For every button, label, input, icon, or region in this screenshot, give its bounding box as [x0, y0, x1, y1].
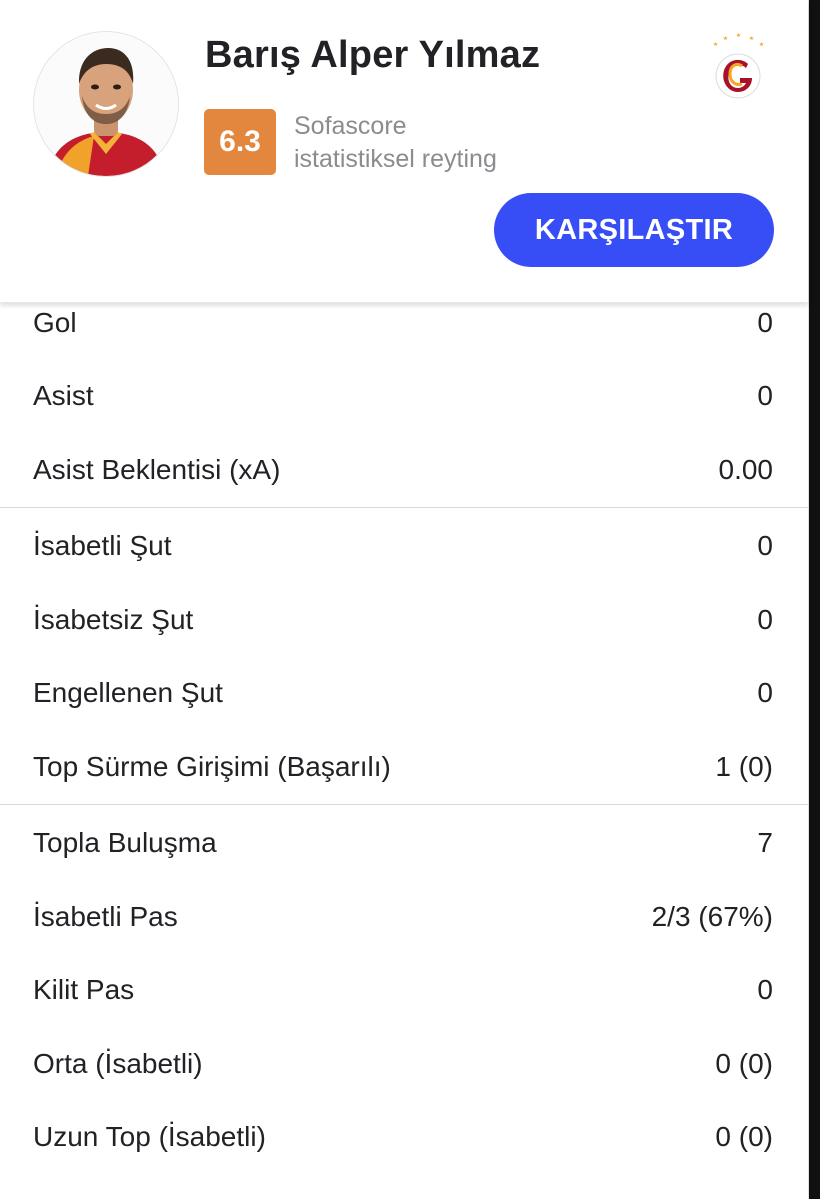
- stat-value: 7: [757, 827, 773, 859]
- stat-value: 0: [757, 603, 773, 635]
- stat-label: İsabetli Pas: [33, 900, 178, 932]
- stat-value: 2/3 (67%): [651, 900, 773, 932]
- stats-group-shots: İsabetli Şut 0 İsabetsiz Şut 0 Engellenen Şu…: [0, 508, 808, 804]
- stat-value: 0 (0): [715, 1121, 773, 1153]
- stat-label: Gol: [33, 306, 77, 338]
- stat-row: Asist 0: [0, 360, 808, 434]
- player-photo-icon: [34, 32, 178, 176]
- stat-value: 0: [757, 974, 773, 1006]
- stat-row: Orta (İsabetli) 0 (0): [0, 1027, 808, 1101]
- compare-button[interactable]: KARŞILAŞTIR: [494, 193, 774, 267]
- stat-row: Kilit Pas 0: [0, 954, 808, 1028]
- stat-label: İsabetsiz Şut: [33, 603, 194, 635]
- stat-label: Asist Beklentisi (xA): [33, 453, 281, 485]
- stat-label: Uzun Top (İsabetli): [33, 1121, 266, 1153]
- player-name: Barış Alper Yılmaz: [205, 34, 541, 76]
- stat-label: Top Sürme Girişimi (Başarılı): [33, 750, 391, 782]
- stat-value: 0 (0): [715, 1047, 773, 1079]
- rating-caption-line1: Sofascore: [294, 112, 407, 140]
- stat-label: Asist: [33, 380, 94, 412]
- stat-value: 0: [757, 306, 773, 338]
- stat-row: Asist Beklentisi (xA) 0.00: [0, 433, 808, 507]
- stat-row: Engellenen Şut 0: [0, 657, 808, 731]
- stat-label: İsabetli Şut: [33, 530, 172, 562]
- stat-row: Topla Buluşma 7: [0, 807, 808, 881]
- background-edge: [808, 0, 820, 1199]
- stat-value: 0: [757, 530, 773, 562]
- stat-value: 0.00: [718, 453, 774, 485]
- stats-group-goals: Gol 0 Asist 0 Asist Beklentisi (xA) 0.00: [0, 286, 808, 507]
- stat-row: İsabetsiz Şut 0: [0, 583, 808, 657]
- player-avatar[interactable]: [33, 31, 179, 177]
- stat-row: Top Sürme Girişimi (Başarılı) 1 (0): [0, 730, 808, 804]
- rating-caption-line2: istatistiksel reyting: [294, 145, 497, 173]
- stat-value: 1 (0): [715, 750, 773, 782]
- stat-label: Orta (İsabetli): [33, 1047, 203, 1079]
- stat-label: Kilit Pas: [33, 974, 135, 1006]
- rating-badge[interactable]: 6.3: [204, 109, 276, 175]
- stats-group-passing: Topla Buluşma 7 İsabetli Pas 2/3 (67%) Kilit…: [0, 805, 808, 1175]
- stats-list: Gol 0 Asist 0 Asist Beklentisi (xA) 0.00 İsab…: [0, 290, 808, 1174]
- player-header: Barış Alper Yılmaz 6.3 Sofascore istatis…: [0, 0, 808, 303]
- stat-label: Topla Buluşma: [33, 827, 217, 859]
- club-logo-icon[interactable]: [706, 30, 770, 104]
- stat-row: Uzun Top (İsabetli) 0 (0): [0, 1101, 808, 1175]
- rating-caption: Sofascore istatistiksel reyting: [294, 110, 497, 176]
- stat-row: İsabetli Şut 0: [0, 510, 808, 584]
- stat-value: 0: [757, 380, 773, 412]
- stat-row: İsabetli Pas 2/3 (67%): [0, 880, 808, 954]
- stat-label: Engellenen Şut: [33, 677, 223, 709]
- player-stats-card: Barış Alper Yılmaz 6.3 Sofascore istatis…: [0, 0, 809, 1199]
- stat-value: 0: [757, 677, 773, 709]
